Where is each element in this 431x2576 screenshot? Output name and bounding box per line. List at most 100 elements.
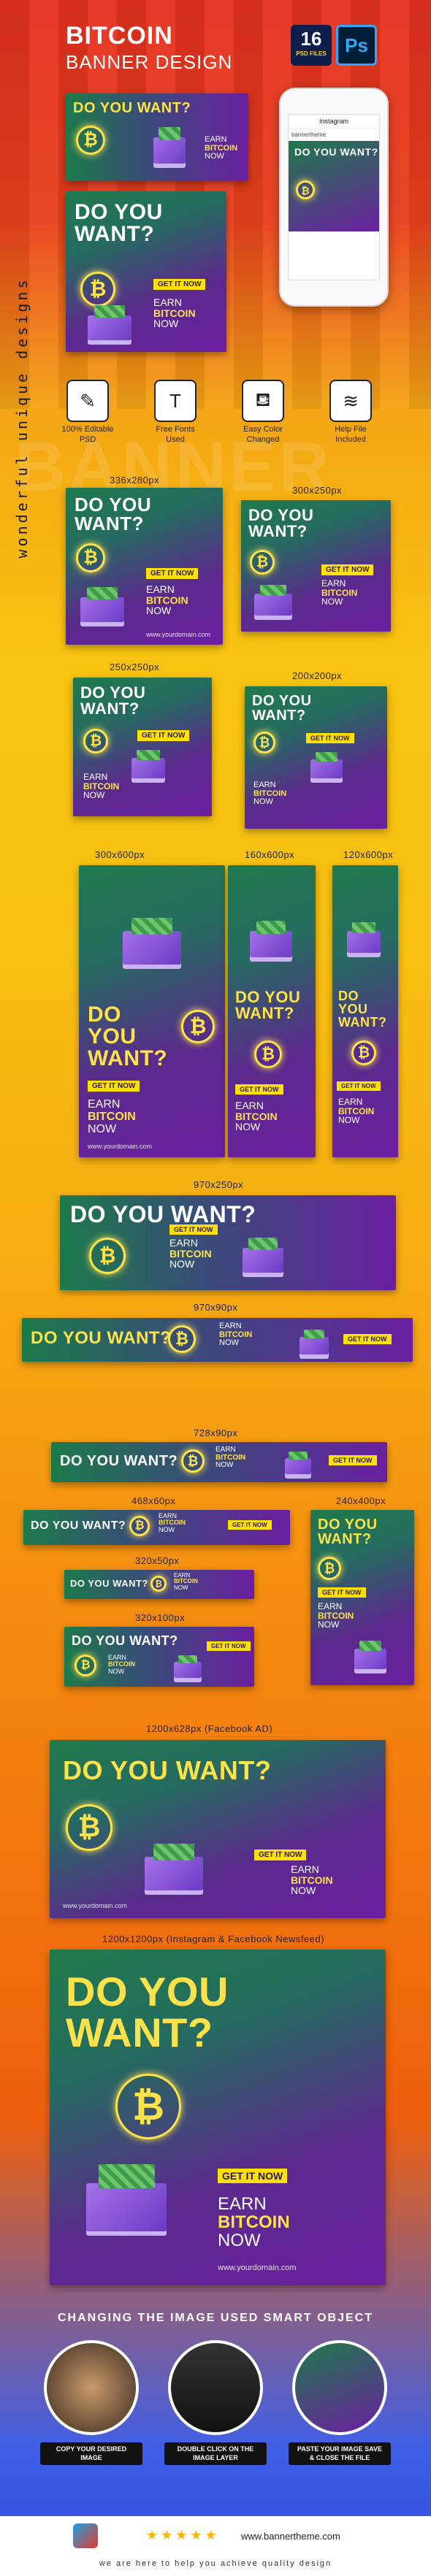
gift-box-illustration	[131, 749, 165, 778]
preview-headline: DO YOU WANT?	[73, 100, 191, 116]
get-it-now-button[interactable]: GET IT NOW	[146, 568, 199, 579]
get-it-now-button[interactable]: GET IT NOW	[169, 1224, 218, 1235]
size-label: 728x90px	[194, 1427, 238, 1438]
banner-160x600: DO YOU WANT? ₿ GET IT NOW EARN BITCOIN NOW	[228, 865, 316, 1157]
get-it-now-button[interactable]: GET IT NOW	[254, 1849, 307, 1860]
get-it-now-button[interactable]: GET IT NOW	[337, 1081, 381, 1091]
earn-bitcoin-text: EARN BITCOIN NOW	[291, 1863, 333, 1897]
gift-box-illustration	[347, 922, 381, 953]
size-label: 320x50px	[135, 1555, 180, 1566]
gift-box-illustration	[174, 1655, 202, 1678]
step3-label: PASTE YOUR IMAGE SAVE & CLOSE THE FILE	[289, 2442, 391, 2466]
paint-bucket-icon: ⛾	[242, 380, 284, 422]
size-label: 120x600px	[343, 849, 394, 860]
header-title: BITCOIN	[66, 22, 173, 50]
size-label: 320x100px	[135, 1612, 186, 1623]
gift-box-illustration	[153, 126, 186, 164]
get-it-now-button[interactable]: GET IT NOW	[137, 730, 190, 741]
gift-box-illustration	[88, 305, 131, 340]
size-label: 1200x1200px (Instagram & Facebook Newsfe…	[102, 1933, 325, 1944]
banner-200x200: DO YOU WANT? ₿ GET IT NOW EARN BITCOIN NOW	[245, 686, 387, 829]
banner-headline: DO YOU WANT?	[75, 494, 152, 534]
feature-editable-psd: ✎ 100% Editable PSD	[58, 380, 117, 445]
banner-240x400: DO YOU WANT? ₿ GET IT NOW EARN BITCOIN NOW	[310, 1510, 414, 1685]
gift-box-illustration	[250, 920, 292, 957]
footer-url[interactable]: www.bannertheme.com	[241, 2531, 340, 2542]
step2-image	[168, 2340, 263, 2435]
banner-headline: DO YOU WANT?	[248, 506, 314, 540]
banner-headline: DO YOU WANT?	[70, 1578, 148, 1589]
bitcoin-coin-icon: ₿	[89, 1238, 126, 1274]
pen-tool-icon: ✎	[66, 380, 109, 422]
bitcoin-coin-icon: ₿	[181, 1010, 215, 1043]
get-it-now-button[interactable]: GET IT NOW	[235, 1084, 283, 1095]
domain-text: www.yourdomain.com	[63, 1902, 128, 1909]
phone-screen: Instagram bannertheme DO YOU WANT? ₿	[288, 114, 380, 280]
feature-help-file: ≋ Help File Included	[321, 380, 380, 445]
earn-bitcoin-text: EARN BITCOIN NOW	[159, 1512, 186, 1533]
rating-stars: ★★★★★	[146, 2528, 220, 2542]
domain-text: www.yourdomain.com	[88, 1143, 153, 1150]
photoshop-icon: Ps	[336, 25, 377, 66]
banner-970x90: DO YOU WANT? ₿ EARN BITCOIN NOW GET IT NOW	[22, 1318, 413, 1362]
size-label: 970x250px	[194, 1179, 244, 1190]
bitcoin-coin-icon: ₿	[253, 732, 275, 754]
earn-bitcoin-text: EARN BITCOIN NOW	[218, 2194, 290, 2251]
get-it-now-button[interactable]: GET IT NOW	[329, 1455, 377, 1465]
psd-caption: PSD FILES	[296, 50, 327, 57]
banner-headline: DO YOU WANT?	[66, 1969, 229, 2055]
earn-bitcoin-text: EARN BITCOIN NOW	[321, 578, 358, 607]
feature-label: Easy Color Changed	[243, 425, 283, 444]
banner-300x250: DO YOU WANT? ₿ GET IT NOW EARN BITCOIN NOW	[241, 500, 391, 632]
earn-bitcoin-text: EARN BITCOIN NOW	[83, 772, 120, 801]
bitcoin-coin-icon: ₿	[296, 180, 315, 199]
earn-bitcoin-text: EARN BITCOIN NOW	[108, 1654, 135, 1675]
size-label: 336x280px	[110, 475, 160, 486]
banner-336x280: DO YOU WANT? ₿ GET IT NOW EARN BITCOIN NOW…	[66, 488, 223, 645]
banner-728x90: DO YOU WANT? ₿ EARN BITCOIN NOW GET IT NOW	[51, 1442, 387, 1482]
banner-300x600: DO YOU WANT? ₿ GET IT NOW EARN BITCOIN NOW…	[79, 865, 225, 1157]
psd-count-badge: 16 PSD FILES	[291, 25, 332, 66]
banner-headline: DO YOU WANT?	[252, 693, 312, 724]
get-it-now-button[interactable]: GET IT NOW	[318, 1587, 366, 1598]
bitcoin-coin-icon: ₿	[115, 2074, 181, 2139]
banner-headline: DO YOU WANT?	[338, 989, 387, 1030]
gift-box-illustration	[123, 917, 181, 965]
get-it-now-button[interactable]: GET IT NOW	[321, 564, 374, 575]
size-label: 250x250px	[110, 662, 160, 672]
get-it-now-button[interactable]: GET IT NOW	[228, 1520, 272, 1530]
size-label: 468x60px	[131, 1495, 176, 1506]
earn-bitcoin-text: EARN BITCOIN NOW	[235, 1100, 278, 1133]
earn-bitcoin-text: EARN BITCOIN NOW	[219, 1322, 253, 1348]
side-tagline: wonderful unique designs	[13, 277, 31, 559]
get-it-now-button[interactable]: GET IT NOW	[343, 1334, 392, 1344]
size-label: 970x90px	[194, 1302, 238, 1313]
feature-label: 100% Editable PSD	[61, 425, 114, 444]
get-it-now-button[interactable]: GET IT NOW	[88, 1081, 140, 1092]
bitcoin-coin-icon: ₿	[318, 1557, 341, 1580]
brand-logo-icon	[73, 2523, 98, 2548]
banner-250x250: DO YOU WANT? ₿ GET IT NOW EARN BITCOIN NOW	[73, 678, 212, 816]
get-it-now-button[interactable]: GET IT NOW	[207, 1641, 251, 1651]
size-label: 1200x628px (Facebook AD)	[146, 1723, 273, 1734]
get-it-now-button[interactable]: GET IT NOW	[153, 279, 206, 290]
get-it-now-button[interactable]: GET IT NOW	[306, 733, 354, 743]
banner-headline: DO YOU WANT?	[318, 1517, 378, 1547]
psd-count: 16	[300, 28, 322, 50]
earn-bitcoin-text: EARN BITCOIN NOW	[174, 1572, 198, 1591]
instagram-header: Instagram	[289, 115, 379, 129]
header-subtitle: BANNER DESIGN	[66, 51, 233, 73]
feature-free-fonts: T Free Fonts Used	[146, 380, 205, 445]
bitcoin-coin-icon: ₿	[250, 550, 275, 575]
banner-320x100: DO YOU WANT? ₿ EARN BITCOIN NOW GET IT NOW	[64, 1627, 254, 1687]
bitcoin-coin-icon: ₿	[66, 1804, 112, 1851]
get-it-now-button[interactable]: GET IT NOW	[218, 2169, 288, 2183]
preview-banner-square: DO YOU WANT? ₿ GET IT NOW EARN BITCOIN NOW	[66, 191, 226, 352]
gift-box-illustration	[80, 587, 124, 622]
gift-box-illustration	[254, 585, 292, 616]
banner-468x60: DO YOU WANT? ₿ EARN BITCOIN NOW GET IT NOW	[23, 1510, 290, 1545]
gift-box-illustration	[300, 1330, 329, 1354]
footer-title: CHANGING THE IMAGE USED SMART OBJECT	[57, 2312, 373, 2324]
gift-box-illustration	[86, 2163, 167, 2231]
gift-box-illustration	[285, 1452, 311, 1474]
